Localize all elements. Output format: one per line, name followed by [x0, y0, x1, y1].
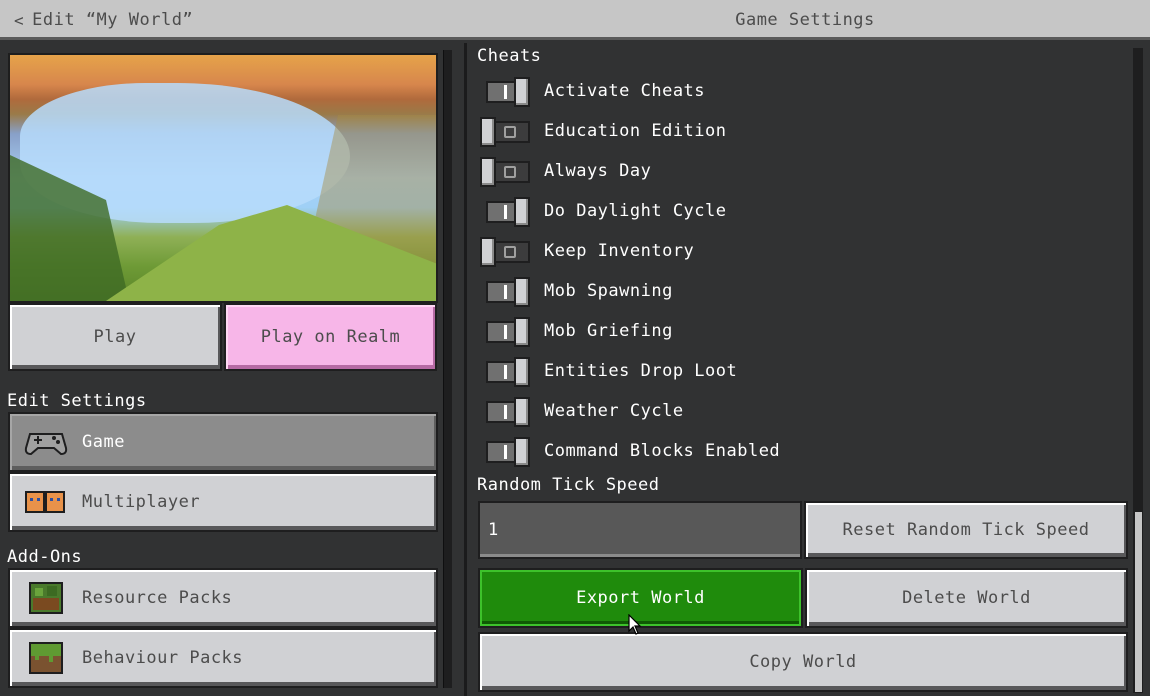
- toggle-always-day[interactable]: Always Day: [478, 153, 651, 189]
- toggle-switch[interactable]: [478, 77, 530, 107]
- nav-behaviour-packs-label: Behaviour Packs: [82, 648, 244, 668]
- toggle-switch[interactable]: [478, 437, 530, 467]
- play-button[interactable]: Play: [8, 303, 222, 371]
- title-bar: < Edit “My World” Game Settings: [0, 0, 1150, 40]
- toggle-switch[interactable]: [478, 157, 530, 187]
- toggle-command-blocks-enabled[interactable]: Command Blocks Enabled: [478, 433, 780, 469]
- toggle-education-edition[interactable]: Education Edition: [478, 113, 727, 149]
- toggle-switch[interactable]: [478, 397, 530, 427]
- players-icon: [24, 486, 68, 518]
- nav-resource-packs[interactable]: Resource Packs: [8, 568, 438, 628]
- toggle-label: Mob Spawning: [544, 281, 673, 301]
- toggle-entities-drop-loot[interactable]: Entities Drop Loot: [478, 353, 737, 389]
- back-button[interactable]: < Edit “My World”: [0, 0, 220, 40]
- add-ons-heading: Add-Ons: [7, 547, 83, 567]
- page-title: Game Settings: [735, 10, 875, 30]
- copy-world-button[interactable]: Copy World: [478, 632, 1128, 692]
- toggle-mob-spawning[interactable]: Mob Spawning: [478, 273, 673, 309]
- toggle-activate-cheats[interactable]: Activate Cheats: [478, 73, 705, 109]
- toggle-switch[interactable]: [478, 197, 530, 227]
- toggle-switch[interactable]: [478, 117, 530, 147]
- resource-pack-icon: [24, 582, 68, 614]
- toggle-label: Command Blocks Enabled: [544, 441, 781, 461]
- toggle-switch[interactable]: [478, 317, 530, 347]
- toggle-label: Mob Griefing: [544, 321, 673, 341]
- toggle-label: Do Daylight Cycle: [544, 201, 727, 221]
- nav-resource-packs-label: Resource Packs: [82, 588, 233, 608]
- nav-game-label: Game: [82, 432, 125, 452]
- random-tick-speed-heading: Random Tick Speed: [477, 475, 660, 495]
- edit-settings-heading: Edit Settings: [7, 391, 147, 411]
- mouse-cursor-icon: [628, 613, 642, 640]
- toggle-label: Always Day: [544, 161, 652, 181]
- toggle-mob-griefing[interactable]: Mob Griefing: [478, 313, 673, 349]
- toggle-keep-inventory[interactable]: Keep Inventory: [478, 233, 694, 269]
- toggle-label: Entities Drop Loot: [544, 361, 738, 381]
- gamepad-icon: [24, 426, 68, 458]
- delete-world-button[interactable]: Delete World: [805, 568, 1128, 628]
- nav-game[interactable]: Game: [8, 412, 438, 472]
- toggle-label: Weather Cycle: [544, 401, 684, 421]
- cheats-heading: Cheats: [477, 46, 542, 66]
- chevron-left-icon: <: [14, 10, 25, 30]
- toggle-label: Keep Inventory: [544, 241, 695, 261]
- toggle-switch[interactable]: [478, 277, 530, 307]
- random-tick-speed-input[interactable]: [478, 501, 802, 559]
- toggle-switch[interactable]: [478, 237, 530, 267]
- reset-random-tick-speed-button[interactable]: Reset Random Tick Speed: [804, 501, 1128, 559]
- back-button-label: Edit “My World”: [32, 10, 194, 30]
- toggle-weather-cycle[interactable]: Weather Cycle: [478, 393, 684, 429]
- play-on-realm-button[interactable]: Play on Realm: [224, 303, 437, 371]
- nav-multiplayer-label: Multiplayer: [82, 492, 201, 512]
- toggle-label: Activate Cheats: [544, 81, 706, 101]
- settings-scrollbar-thumb[interactable]: [1135, 512, 1142, 692]
- grass-block-icon: [24, 642, 68, 674]
- left-scrollbar[interactable]: [443, 50, 452, 688]
- nav-behaviour-packs[interactable]: Behaviour Packs: [8, 628, 438, 688]
- toggle-do-daylight-cycle[interactable]: Do Daylight Cycle: [478, 193, 727, 229]
- toggle-label: Education Edition: [544, 121, 727, 141]
- nav-multiplayer[interactable]: Multiplayer: [8, 472, 438, 532]
- world-preview-image: [8, 53, 438, 303]
- toggle-switch[interactable]: [478, 357, 530, 387]
